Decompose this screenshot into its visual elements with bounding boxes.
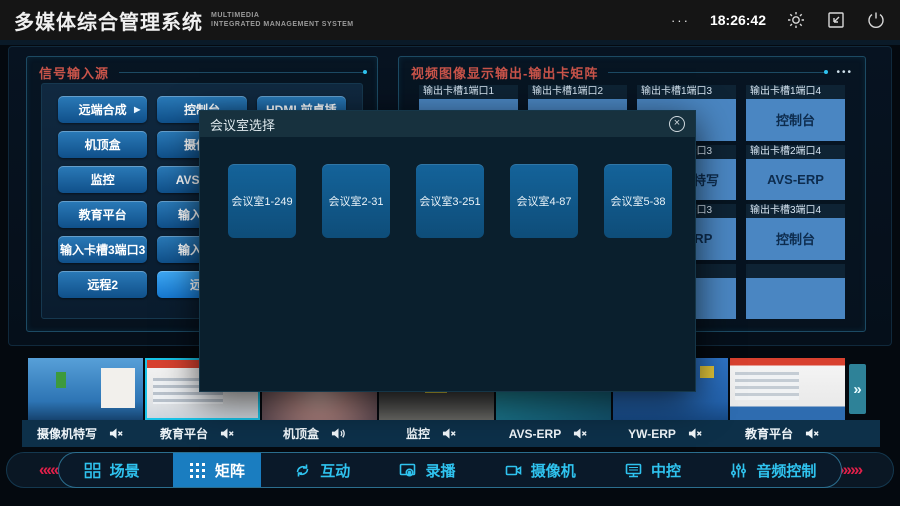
video-label: 机顶盒 [256,420,373,447]
clock: 18:26:42 [710,12,766,28]
video-label: 监控 [373,420,490,447]
audio-sliders-icon [730,462,747,479]
room-button[interactable]: 会议室1-249 [228,164,296,238]
record-screen-icon [399,462,416,479]
source-button[interactable]: 远端合成 ▶ [58,96,147,123]
matrix-dots-icon [189,462,206,479]
nav-tab-camera[interactable]: 摄像机 [489,452,592,488]
nav-tab-matrix[interactable]: 矩阵 [173,452,261,488]
expand-arrow-icon: ▶ [134,105,140,114]
dialog-titlebar: 会议室选择 × [200,111,695,137]
muted-speaker-icon[interactable] [805,426,820,441]
output-matrix-title: 视频图像显示输出-输出卡矩阵 [411,63,598,82]
camera-icon [505,462,522,479]
minimize-window-icon[interactable] [826,10,846,30]
room-button[interactable]: 会议室4-87 [510,164,578,238]
video-label: 摄像机特写 [22,420,139,447]
muted-speaker-icon[interactable] [688,426,703,441]
title-decor-line [119,72,365,73]
matrix-cell[interactable]: 输出卡槽1端口4控制台 [746,85,845,141]
room-button[interactable]: 会议室3-251 [416,164,484,238]
nav-tab-interact[interactable]: 互动 [278,452,366,488]
app-root: 多媒体综合管理系统 MULTIMEDIA INTEGRATED MANAGEME… [0,0,900,506]
source-button[interactable]: 输入卡槽3端口3 [58,236,147,263]
speaker-on-icon[interactable] [331,426,346,441]
header-bar: 多媒体综合管理系统 MULTIMEDIA INTEGRATED MANAGEME… [0,0,900,40]
matrix-cell[interactable]: 输出卡槽2端口4AVS-ERP [746,145,845,201]
room-button[interactable]: 会议室2-31 [322,164,390,238]
header-divider [0,40,900,45]
video-thumbnail[interactable] [28,358,143,420]
video-label: 教育平台 [139,420,256,447]
muted-speaker-icon[interactable] [220,426,235,441]
source-button[interactable]: 监控 [58,166,147,193]
room-button-row: 会议室1-249 会议室2-31 会议室3-251 会议室4-87 会议室5-3… [200,137,695,238]
nav-tab-audio[interactable]: 音频控制 [714,452,832,488]
close-icon[interactable]: × [669,116,685,132]
console-monitor-icon [625,462,642,479]
scroll-right-icon[interactable]: » [849,364,866,414]
red-chevrons-icon: »»» [839,460,861,480]
source-button[interactable]: 教育平台 [58,201,147,228]
nav-tab-console[interactable]: 中控 [609,452,697,488]
settings-gear-icon[interactable] [786,10,806,30]
more-menu-icon[interactable]: ··· [671,13,690,28]
muted-speaker-icon[interactable] [573,426,588,441]
matrix-cell[interactable] [746,264,845,320]
signal-source-title: 信号输入源 [39,63,109,82]
matrix-cell[interactable]: 输出卡槽3端口4控制台 [746,204,845,260]
bottom-nav-bar: 场景 矩阵 互动 录播 摄像机 中控 音频控制 [58,452,842,488]
power-icon[interactable] [866,10,886,30]
nav-tab-record[interactable]: 录播 [383,452,471,488]
scene-grid-icon [84,462,101,479]
room-button[interactable]: 会议室5-38 [604,164,672,238]
dialog-title: 会议室选择 [210,115,275,134]
matrix-more-icon[interactable]: ••• [836,67,853,78]
nav-tab-scene[interactable]: 场景 [68,452,156,488]
source-button[interactable]: 机顶盒 [58,131,147,158]
video-label-bar: 摄像机特写 教育平台 机顶盒 监控 AVS-ERP YW-ERP 教育平台 [22,420,880,447]
sync-arrows-icon [294,462,311,479]
source-button[interactable]: 远程2 [58,271,147,298]
muted-speaker-icon[interactable] [109,426,124,441]
muted-speaker-icon[interactable] [442,426,457,441]
video-label: AVS-ERP [490,420,607,447]
meeting-room-dialog: 会议室选择 × 会议室1-249 会议室2-31 会议室3-251 会议室4-8… [199,110,696,392]
title-decor-line [608,72,826,73]
app-subtitle: MULTIMEDIA INTEGRATED MANAGEMENT SYSTEM [211,11,354,29]
app-title: 多媒体综合管理系统 [14,6,203,35]
video-thumbnail[interactable] [730,358,845,420]
video-label: YW-ERP [607,420,724,447]
video-label: 教育平台 [724,420,841,447]
